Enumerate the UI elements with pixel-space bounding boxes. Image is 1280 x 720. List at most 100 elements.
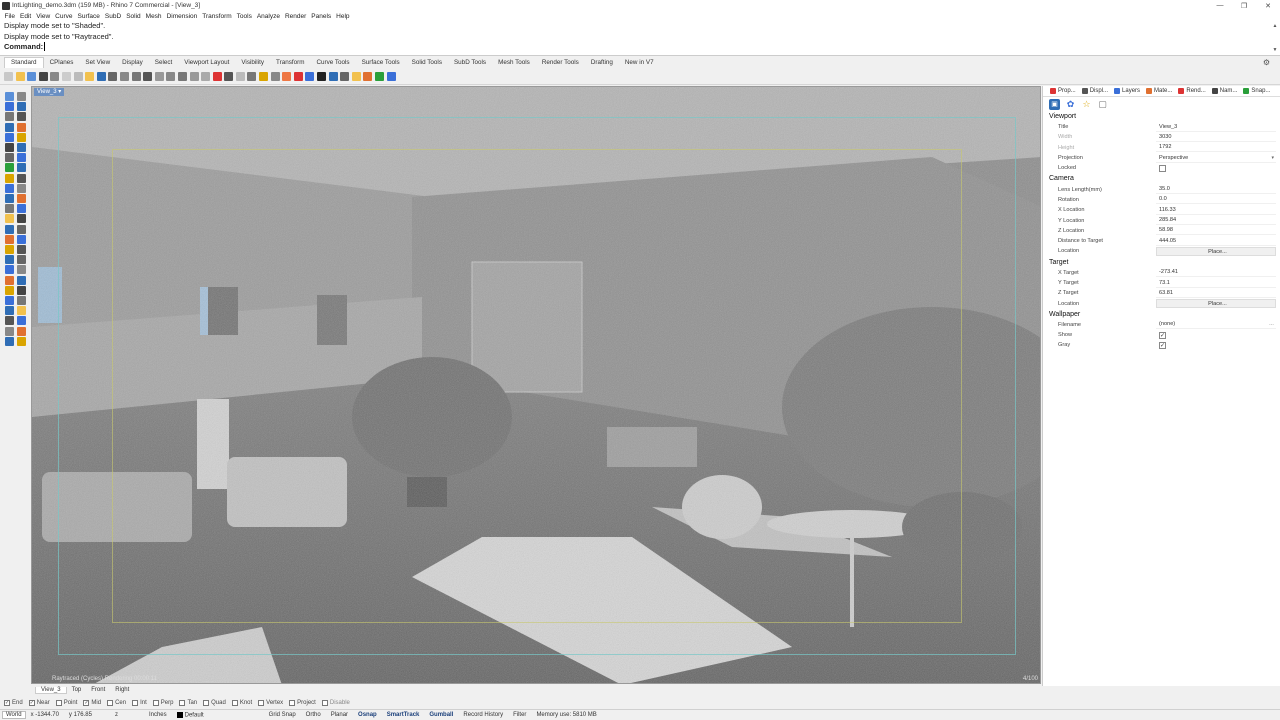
osnap-tan[interactable]: Tan: [179, 699, 197, 706]
toolbar-tool-icon[interactable]: [375, 71, 384, 81]
osnap-toggle[interactable]: Osnap: [353, 712, 382, 718]
toolbar-tool-icon[interactable]: [154, 71, 164, 81]
menu-surface[interactable]: Surface: [75, 13, 102, 20]
osnap-checkbox[interactable]: [107, 699, 114, 706]
left-tool-icon[interactable]: [17, 296, 26, 305]
menu-curve[interactable]: Curve: [53, 13, 75, 20]
z-location-field[interactable]: 58.98: [1156, 226, 1276, 236]
toolbar-tool-icon[interactable]: [212, 71, 222, 81]
tab-transform[interactable]: Transform: [270, 59, 310, 66]
left-tool-icon[interactable]: [5, 255, 14, 265]
toolbar-tool-icon[interactable]: [27, 71, 37, 81]
toolbar-tool-icon[interactable]: [131, 71, 141, 81]
viewport-tab-top[interactable]: Top: [67, 687, 87, 693]
menu-solid[interactable]: Solid: [124, 13, 143, 20]
smarttrack-toggle[interactable]: SmartTrack: [382, 712, 425, 718]
tab-surface-tools[interactable]: Surface Tools: [356, 59, 406, 66]
viewport-tab-right[interactable]: Right: [110, 687, 134, 693]
menu-file[interactable]: File: [2, 13, 17, 20]
left-tool-icon[interactable]: [17, 132, 26, 142]
tab-curve-tools[interactable]: Curve Tools: [310, 59, 355, 66]
tab-display[interactable]: Display: [116, 59, 149, 66]
toolbar-tool-icon[interactable]: [108, 71, 118, 81]
left-tool-icon[interactable]: [17, 153, 26, 163]
viewport-tab-front[interactable]: Front: [86, 687, 110, 693]
left-tool-icon[interactable]: [17, 173, 26, 183]
menu-help[interactable]: Help: [334, 13, 352, 20]
panel-tab-named-views[interactable]: Nam...: [1209, 88, 1241, 94]
left-tool-icon[interactable]: [17, 143, 26, 152]
maximize-button[interactable]: ❐: [1232, 0, 1256, 11]
tab-render-tools[interactable]: Render Tools: [536, 59, 585, 66]
left-tool-icon[interactable]: [5, 214, 14, 224]
render-settings-icon[interactable]: ✿: [1065, 99, 1076, 110]
toolbar-tool-icon[interactable]: [85, 71, 95, 81]
osnap-checkbox[interactable]: [289, 699, 296, 706]
width-field[interactable]: 3030: [1156, 133, 1276, 142]
projection-select[interactable]: Perspective ▾: [1156, 154, 1276, 163]
panel-tab-properties[interactable]: Prop...: [1047, 88, 1079, 94]
osnap-knot[interactable]: Knot: [231, 699, 252, 706]
menu-view[interactable]: View: [34, 13, 53, 20]
left-tool-icon[interactable]: [5, 316, 14, 326]
ortho-toggle[interactable]: Ortho: [301, 712, 326, 718]
left-tool-icon[interactable]: [5, 102, 14, 112]
toolbar-tool-icon[interactable]: [50, 71, 60, 81]
left-tool-icon[interactable]: [17, 316, 26, 326]
toolbar-tool-icon[interactable]: [96, 71, 106, 81]
tab-select[interactable]: Select: [149, 59, 179, 66]
osnap-mid[interactable]: ✓ Mid: [83, 699, 101, 706]
toolbar-tool-icon[interactable]: [328, 71, 338, 81]
tab-cplanes[interactable]: CPlanes: [44, 59, 80, 66]
left-tool-icon[interactable]: [5, 194, 14, 203]
wallpaper-filename-field[interactable]: (none)…: [1156, 320, 1276, 330]
target-place-button[interactable]: Place...: [1156, 299, 1276, 309]
left-tool-icon[interactable]: [5, 122, 14, 132]
left-tool-icon[interactable]: [17, 336, 26, 346]
left-tool-icon[interactable]: [5, 204, 14, 214]
tab-solid-tools[interactable]: Solid Tools: [406, 59, 448, 66]
viewport-title-tab[interactable]: View_3 ▾: [34, 88, 65, 96]
title-field[interactable]: View_3: [1156, 123, 1276, 132]
command-scrollbar[interactable]: ▲ ▼: [1272, 23, 1278, 53]
left-tool-icon[interactable]: [5, 92, 14, 101]
planar-toggle[interactable]: Planar: [326, 712, 353, 718]
left-tool-icon[interactable]: [17, 234, 26, 244]
rotation-field[interactable]: 0.0: [1156, 195, 1276, 205]
left-tool-icon[interactable]: [17, 102, 26, 112]
tab-new-in-v7[interactable]: New in V7: [619, 59, 660, 66]
viewport-view3[interactable]: View_3 ▾ Raytraced (Cycles) Rendering 00…: [31, 86, 1041, 684]
tab-set-view[interactable]: Set View: [79, 59, 116, 66]
left-tool-icon[interactable]: [5, 143, 14, 152]
z-target-field[interactable]: 63.81: [1156, 289, 1276, 298]
osnap-checkbox[interactable]: ✓: [83, 699, 90, 706]
star-icon[interactable]: ☆: [1081, 99, 1092, 110]
panel-tab-layers[interactable]: Layers: [1111, 88, 1143, 94]
toolbar-tool-icon[interactable]: [119, 71, 129, 81]
osnap-checkbox[interactable]: [152, 699, 159, 706]
osnap-cen[interactable]: Cen: [107, 699, 126, 706]
units-display[interactable]: Inches: [123, 712, 172, 718]
left-tool-icon[interactable]: [5, 245, 14, 254]
left-tool-icon[interactable]: [17, 194, 26, 203]
toolbar-tool-icon[interactable]: [15, 71, 25, 81]
tab-subd-tools[interactable]: SubD Tools: [448, 59, 492, 66]
toolbar-tool-icon[interactable]: [38, 71, 48, 81]
toolbar-tool-icon[interactable]: [235, 71, 245, 81]
tab-visibility[interactable]: Visibility: [235, 59, 270, 66]
left-tool-icon[interactable]: [17, 183, 26, 193]
osnap-checkbox[interactable]: [231, 699, 238, 706]
left-tool-icon[interactable]: [17, 214, 26, 224]
menu-panels[interactable]: Panels: [309, 13, 334, 20]
left-tool-icon[interactable]: [5, 265, 14, 275]
left-tool-icon[interactable]: [17, 255, 26, 265]
toolbar-tool-icon[interactable]: [282, 71, 292, 81]
lens-length-field[interactable]: 35.0: [1156, 185, 1276, 195]
x-target-field[interactable]: -273.41: [1156, 268, 1276, 278]
locked-checkbox[interactable]: [1159, 164, 1166, 172]
toolbar-tool-icon[interactable]: [73, 71, 83, 81]
left-tool-icon[interactable]: [17, 204, 26, 214]
gear-icon[interactable]: ⚙: [1257, 58, 1276, 67]
toolbar-tool-icon[interactable]: [61, 71, 71, 81]
toolbar-tool-icon[interactable]: [177, 71, 187, 81]
